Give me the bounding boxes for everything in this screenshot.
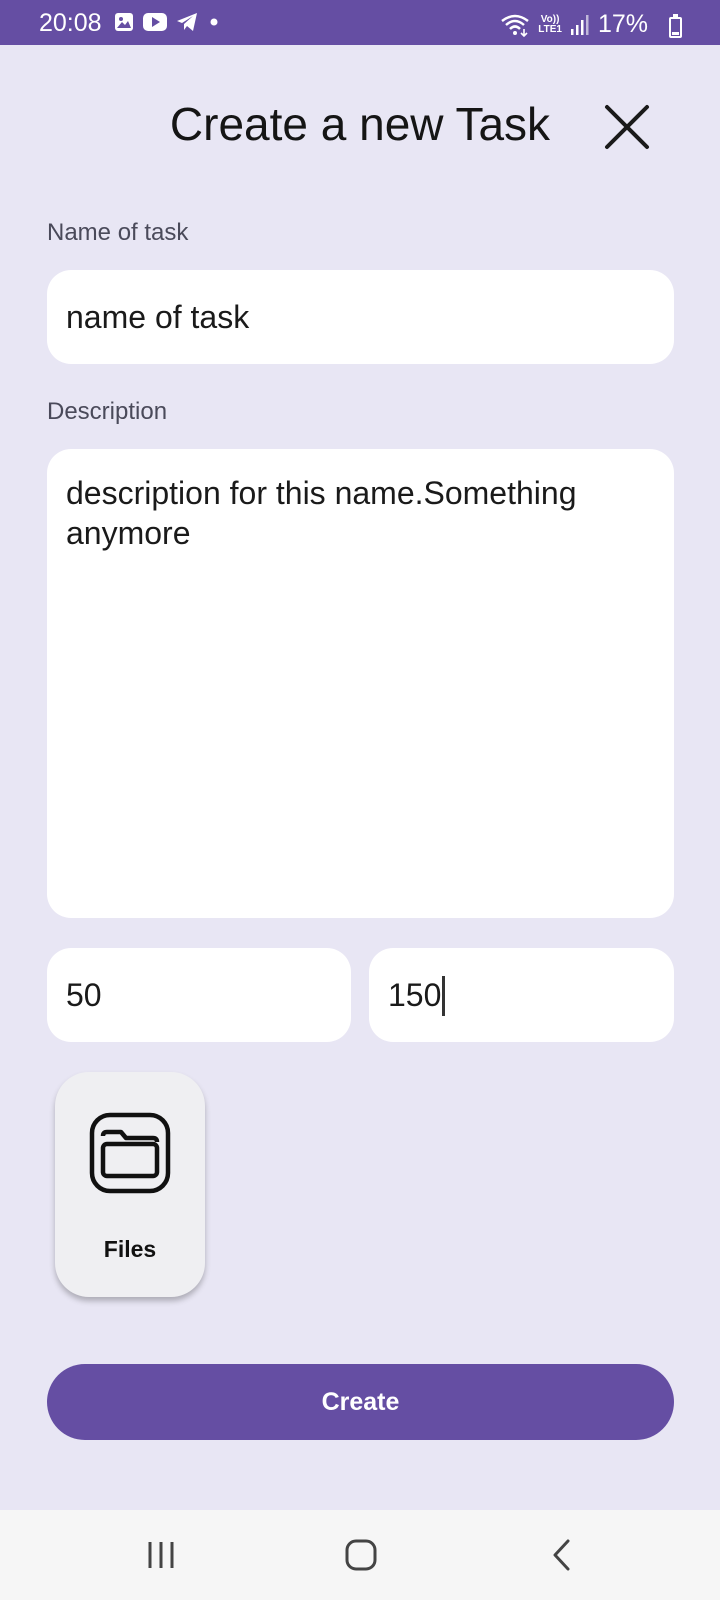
battery-icon [669, 14, 682, 38]
text-caret [442, 975, 446, 1016]
network-type: Vo)) LTE1 [538, 13, 562, 35]
name-input[interactable]: name of task [47, 270, 674, 364]
gallery-icon [115, 13, 133, 31]
name-label: Name of task [47, 219, 189, 246]
number-input-second[interactable]: 150 [369, 948, 674, 1042]
back-button[interactable] [532, 1530, 592, 1580]
status-time: 20:08 [39, 9, 102, 37]
files-button[interactable]: Files [55, 1072, 205, 1297]
files-label: Files [103, 1236, 157, 1262]
signal-icon [570, 14, 589, 35]
navigation-bar [0, 1510, 720, 1600]
system-icons: Vo)) LTE1 17% [500, 10, 672, 39]
recents-icon [148, 1542, 174, 1568]
folder-icon [89, 1112, 171, 1194]
recents-button[interactable] [131, 1530, 191, 1580]
notification-icons [114, 12, 221, 32]
close-button[interactable] [602, 102, 652, 152]
network-line1: Vo)) [540, 13, 560, 25]
dot-icon [210, 18, 218, 26]
battery-fill [672, 32, 679, 35]
status-bar: 20:08 Vo)) LTE1 17% [0, 0, 720, 45]
number-input-second-value: 150 [388, 977, 442, 1013]
wifi-icon [501, 14, 529, 37]
home-button[interactable] [331, 1530, 391, 1580]
create-button[interactable]: Create [47, 1364, 674, 1440]
telegram-icon [177, 13, 197, 31]
back-icon [553, 1539, 570, 1571]
number-input-first[interactable]: 50 [47, 948, 351, 1042]
close-icon [605, 105, 649, 149]
description-input[interactable]: description for this name.Something anym… [47, 449, 674, 918]
battery-percent: 17% [597, 10, 648, 38]
youtube-icon [143, 13, 167, 31]
home-icon [345, 1539, 377, 1571]
description-label: Description [47, 398, 168, 425]
network-line2: LTE1 [538, 23, 562, 35]
